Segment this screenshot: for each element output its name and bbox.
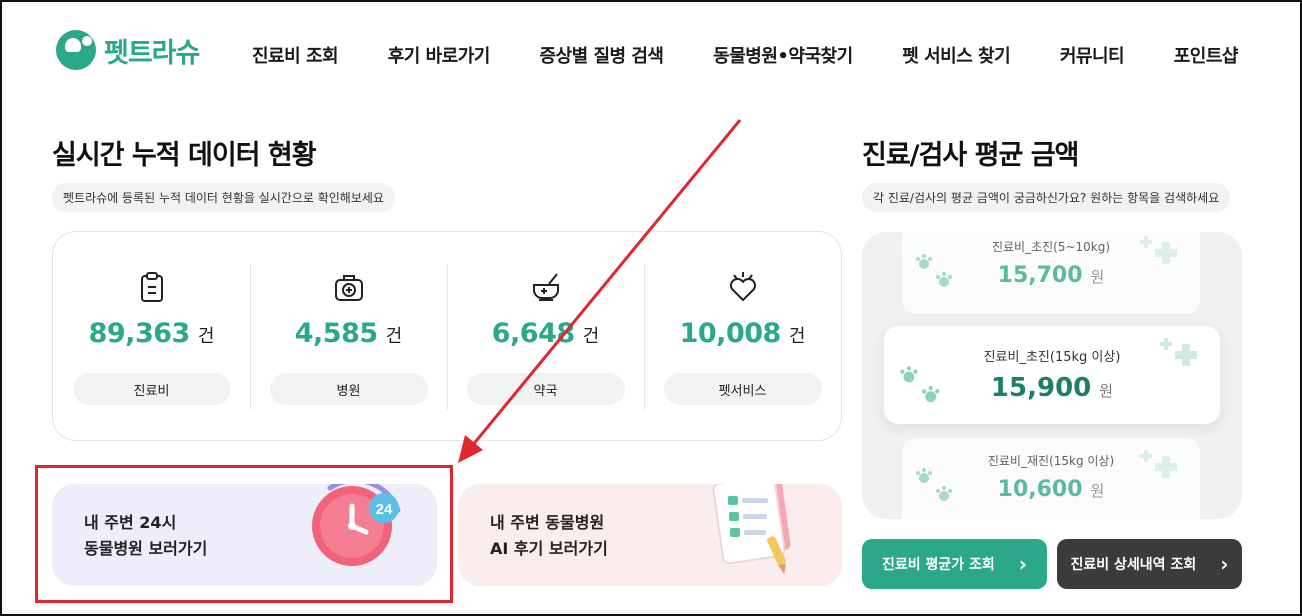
stat-unit: 건 <box>788 326 806 347</box>
dog-logo-icon <box>56 30 96 70</box>
nav-item-community[interactable]: 커뮤니티 <box>1060 42 1125 68</box>
price-card-unit: 원 <box>1090 268 1105 286</box>
stat-value: 6,648 <box>491 318 575 349</box>
stat-treatment: 89,363 건 진료비 <box>53 232 250 440</box>
nav-item-symptom-search[interactable]: 증상별 질병 검색 <box>540 42 664 68</box>
stat-label: 약국 <box>466 373 625 405</box>
clipboard-icon <box>140 272 163 302</box>
stats-subtitle: 펫트라슈에 등록된 누적 데이터 현황을 실시간으로 확인해보세요 <box>52 183 395 212</box>
detail-fee-button[interactable]: 진료비 상세내역 조회 › <box>1057 539 1242 589</box>
paw-icon <box>900 366 940 403</box>
price-subtitle: 각 진료/검사의 평균 금액이 궁금하신가요? 원하는 항목을 검색하세요 <box>862 183 1231 212</box>
price-card[interactable]: 진료비_재진(15kg 이상) 10,600 원 <box>902 438 1200 519</box>
nav-item-point-shop[interactable]: 포인트샵 <box>1174 42 1239 68</box>
price-card-amount: 15,900 <box>990 373 1092 403</box>
paw-icon <box>916 468 952 501</box>
nav-item-hospital-finder[interactable]: 동물병원•약국찾기 <box>713 42 853 68</box>
stat-unit: 건 <box>197 326 215 347</box>
button-label: 진료비 상세내역 조회 <box>1070 557 1197 573</box>
paw-icon <box>916 254 952 287</box>
promo-line1: 내 주변 24시 <box>84 513 177 532</box>
stat-value: 89,363 <box>88 318 191 349</box>
chevron-right-icon: › <box>1018 552 1028 576</box>
brand-name: 펫트라슈 <box>104 37 200 69</box>
medical-cross-icon <box>1160 338 1197 366</box>
button-label: 진료비 평균가 조회 <box>881 557 995 573</box>
price-card-unit: 원 <box>1090 482 1105 500</box>
stat-pharmacy: 6,648 건 약국 <box>447 232 644 440</box>
stat-pet-service: 10,008 건 펫서비스 <box>644 232 841 440</box>
stat-hospital: 4,585 건 병원 <box>250 232 447 440</box>
stats-card: 89,363 건 진료비 4,585 건 병원 6,648 건 약국 10,00… <box>52 231 842 441</box>
medical-cross-icon <box>1140 450 1177 478</box>
stat-label: 병원 <box>269 373 428 405</box>
chevron-right-icon: › <box>1220 552 1229 576</box>
stat-unit: 건 <box>385 326 403 347</box>
price-card-amount: 15,700 <box>997 263 1083 288</box>
medical-bag-icon <box>334 275 363 301</box>
medical-cross-icon <box>1140 236 1177 264</box>
logo[interactable]: 펫트라슈 <box>56 30 200 70</box>
stat-unit: 건 <box>582 326 600 347</box>
average-fee-button[interactable]: 진료비 평균가 조회 › <box>862 539 1047 589</box>
price-carousel[interactable]: 진료비_초진(5~10kg) 15,700 원 진료비_초진(15kg 이상) … <box>862 232 1242 519</box>
stats-title: 실시간 누적 데이터 현황 <box>52 140 317 171</box>
price-card-amount: 10,600 <box>997 477 1083 502</box>
main-nav: 진료비 조회 후기 바로가기 증상별 질병 검색 동물병원•약국찾기 펫 서비스… <box>252 42 1239 68</box>
nav-item-fee-lookup[interactable]: 진료비 조회 <box>252 42 339 68</box>
promo-line2: AI 후기 보러가기 <box>490 539 608 558</box>
promo-ai-reviews[interactable]: 내 주변 동물병원 AI 후기 보러가기 <box>458 484 842 586</box>
mortar-icon <box>532 273 559 301</box>
heart-icon <box>729 272 756 301</box>
price-card-unit: 원 <box>1099 382 1114 400</box>
stat-value: 10,008 <box>679 318 782 349</box>
price-title: 진료/검사 평균 금액 <box>862 140 1079 171</box>
price-card-active[interactable]: 진료비_초진(15kg 이상) 15,900 원 <box>884 326 1220 424</box>
promo-line2: 동물병원 보러가기 <box>84 539 208 558</box>
price-card[interactable]: 진료비_초진(5~10kg) 15,700 원 <box>902 232 1200 314</box>
nav-item-pet-services[interactable]: 펫 서비스 찾기 <box>902 42 1010 68</box>
promo-line1: 내 주변 동물병원 <box>490 513 605 532</box>
stat-value: 4,585 <box>294 318 378 349</box>
stat-label: 진료비 <box>72 373 231 405</box>
stat-label: 펫서비스 <box>663 373 822 405</box>
nav-item-reviews[interactable]: 후기 바로가기 <box>388 42 491 68</box>
